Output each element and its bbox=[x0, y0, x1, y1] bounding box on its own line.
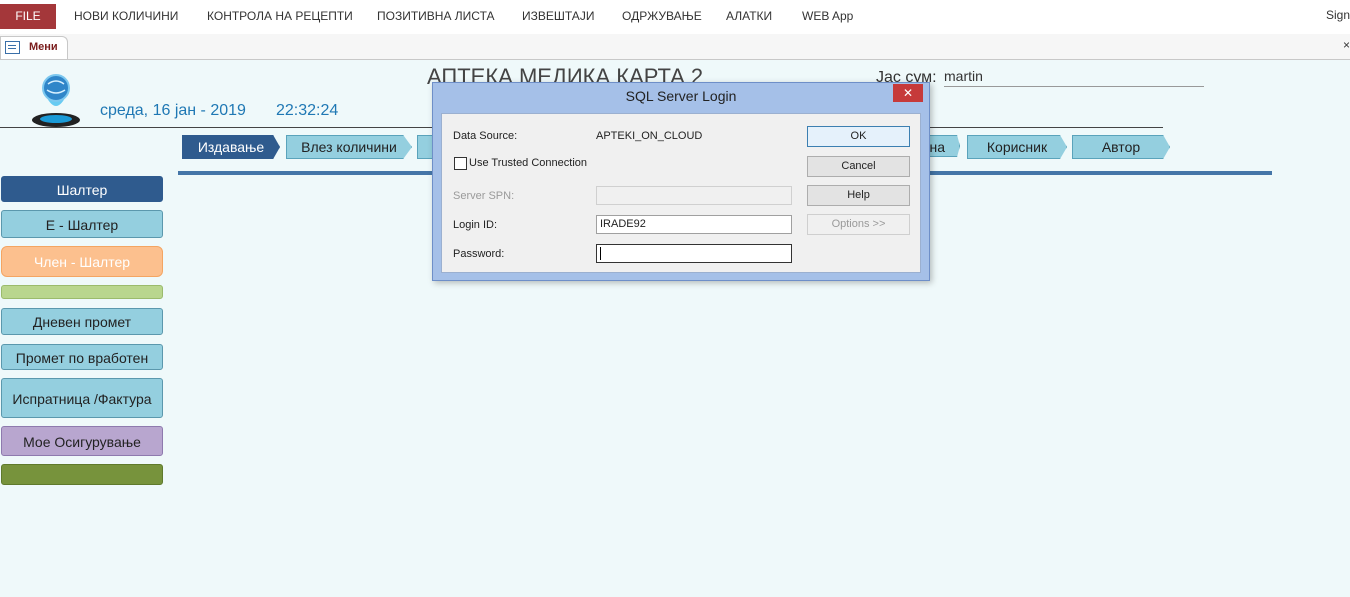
sidebar-promet-po-vraboten-button[interactable]: Промет по вработен bbox=[1, 344, 163, 370]
sidebar-blank-olive-button[interactable] bbox=[1, 464, 163, 485]
tab-avtor[interactable]: Автор bbox=[1072, 135, 1170, 159]
tab-vlez-kolicini[interactable]: Влез количини bbox=[286, 135, 412, 159]
dialog-title: SQL Server Login bbox=[625, 88, 737, 104]
cancel-button[interactable]: Cancel bbox=[807, 156, 910, 177]
password-input[interactable] bbox=[596, 244, 792, 263]
doc-tab-label: Мени bbox=[29, 41, 58, 53]
menu-kontrola-na-recepti[interactable]: КОНТРОЛА НА РЕЦЕПТИ bbox=[207, 9, 353, 23]
server-spn-label: Server SPN: bbox=[453, 190, 515, 202]
dialog-close-button[interactable]: ✕ bbox=[893, 84, 923, 102]
text-cursor bbox=[600, 247, 601, 260]
sidebar-ispratnica-faktura-button[interactable]: Испратница /Фактура bbox=[1, 378, 163, 418]
use-trusted-connection-label: Use Trusted Connection bbox=[469, 157, 588, 169]
tab-izdavanje[interactable]: Издавање bbox=[182, 135, 280, 159]
options-button: Options >> bbox=[807, 214, 910, 235]
ok-button[interactable]: OK bbox=[807, 126, 910, 147]
sidebar-blank-green-button[interactable] bbox=[1, 285, 163, 299]
tab-korisnik[interactable]: Корисник bbox=[967, 135, 1067, 159]
menu-novi-kolicini[interactable]: НОВИ КОЛИЧИНИ bbox=[74, 9, 178, 23]
sign-in-link[interactable]: Sign bbox=[1326, 8, 1350, 22]
menu-izvestai[interactable]: ИЗВЕШТАЈИ bbox=[522, 9, 594, 23]
file-menu-button[interactable]: FILE bbox=[0, 4, 56, 29]
menu-web-app[interactable]: WEB App bbox=[802, 9, 853, 23]
password-label: Password: bbox=[453, 248, 505, 260]
doc-tab-meni[interactable]: Мени bbox=[0, 36, 68, 59]
sidebar-dneven-promet-button[interactable]: Дневен промет bbox=[1, 308, 163, 335]
close-document-icon[interactable]: × bbox=[1343, 38, 1350, 52]
menu-pozitivna-lista[interactable]: ПОЗИТИВНА ЛИСТА bbox=[377, 9, 495, 23]
login-id-input[interactable]: IRADE92 bbox=[596, 215, 792, 234]
sidebar-e-salter-button[interactable]: Е - Шалтер bbox=[1, 210, 163, 238]
data-source-value: APTEKI_ON_CLOUD bbox=[596, 130, 703, 142]
current-date: среда, 16 јан - 2019 bbox=[100, 102, 246, 119]
login-id-label: Login ID: bbox=[453, 219, 498, 231]
menu-alatki[interactable]: АЛАТКИ bbox=[726, 9, 772, 23]
pharmacy-logo bbox=[30, 68, 82, 128]
sidebar-clen-salter-button[interactable]: Член - Шалтер bbox=[1, 246, 163, 277]
current-time: 22:32:24 bbox=[276, 102, 339, 119]
form-icon bbox=[5, 41, 20, 54]
menu-odrzuvanje[interactable]: ОДРЖУВАЊЕ bbox=[622, 9, 702, 23]
dialog-body: Data Source: APTEKI_ON_CLOUD Use Trusted… bbox=[441, 113, 921, 273]
ribbon-menu-bar: FILE НОВИ КОЛИЧИНИ КОНТРОЛА НА РЕЦЕПТИ П… bbox=[0, 0, 1350, 34]
sidebar-moe-osiguruvanje-button[interactable]: Мое Осигурување bbox=[1, 426, 163, 456]
use-trusted-connection-checkbox[interactable] bbox=[454, 157, 467, 170]
sidebar-salter-button[interactable]: Шалтер bbox=[1, 176, 163, 202]
document-tab-strip: Мени × bbox=[0, 34, 1350, 60]
sql-server-login-dialog: SQL Server Login ✕ Data Source: APTEKI_O… bbox=[432, 82, 930, 281]
data-source-label: Data Source: bbox=[453, 130, 518, 142]
user-field[interactable]: martin bbox=[944, 68, 1204, 87]
help-button[interactable]: Help bbox=[807, 185, 910, 206]
server-spn-input bbox=[596, 186, 792, 205]
